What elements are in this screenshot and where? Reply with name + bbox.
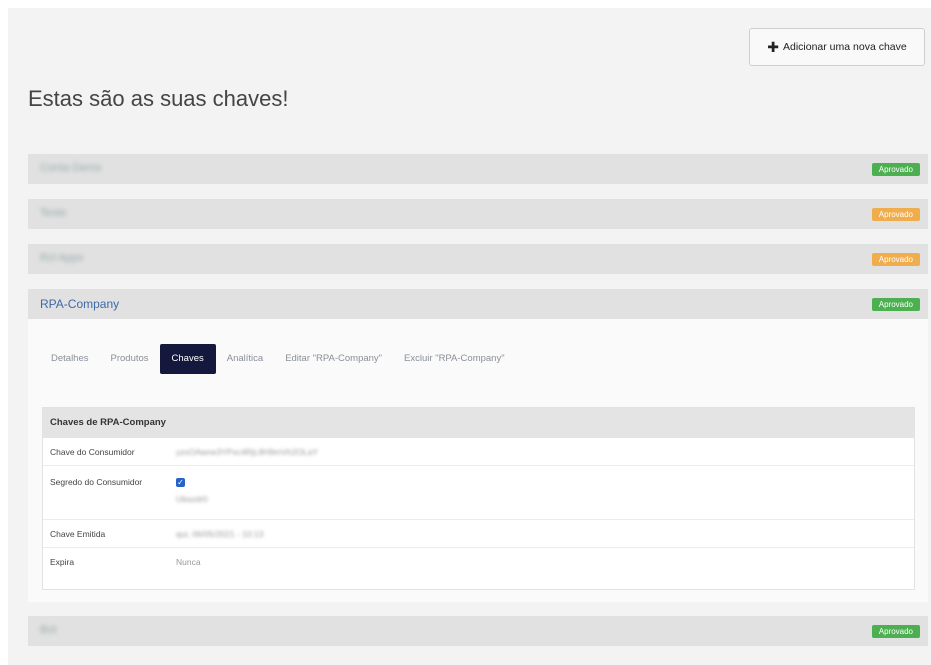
app-name[interactable]: RPA-Company bbox=[40, 297, 119, 311]
show-secret-checkbox[interactable]: ✓ bbox=[176, 477, 185, 487]
tab-edit[interactable]: Editar "RPA-Company" bbox=[274, 344, 393, 374]
consumer-key-row: Chave do Consumidor yzxOAwne3YPxc4RjL8H9… bbox=[43, 438, 914, 466]
keys-panel-title: Chaves de RPA-Company bbox=[43, 408, 914, 438]
app-row[interactable]: Teste Aprovado bbox=[28, 199, 928, 229]
app-tabs: Detalhes Produtos Chaves Analítica Edita… bbox=[40, 344, 516, 374]
status-badge: Aprovado bbox=[871, 208, 920, 221]
add-key-button[interactable]: ✚ Adicionar uma nova chave bbox=[749, 28, 925, 66]
app-name: Bot bbox=[40, 624, 57, 636]
issued-row: Chave Emitida qui, 06/05/2021 - 10:13 bbox=[43, 520, 914, 548]
app-details-panel: Detalhes Produtos Chaves Analítica Edita… bbox=[28, 319, 928, 602]
app-name: Rcl Apps bbox=[40, 252, 84, 264]
consumer-key-label: Chave do Consumidor bbox=[50, 447, 135, 457]
tab-analytics[interactable]: Analítica bbox=[216, 344, 274, 374]
consumer-key-value: yzxOAwne3YPxc4RjL8H9mVh2OLaY bbox=[176, 447, 319, 457]
app-row-expanded[interactable]: RPA-Company Aprovado bbox=[28, 289, 928, 319]
consumer-secret-value: Ubszdr0 bbox=[176, 494, 208, 504]
issued-value: qui, 06/05/2021 - 10:13 bbox=[176, 529, 264, 539]
status-badge: Aprovado bbox=[871, 253, 920, 266]
expires-label: Expira bbox=[50, 557, 75, 567]
consumer-secret-label: Segredo do Consumidor bbox=[50, 477, 143, 487]
app-name: Teste bbox=[40, 207, 67, 219]
status-badge: Aprovado bbox=[871, 298, 920, 311]
app-row[interactable]: Conta Demo Aprovado bbox=[28, 154, 928, 184]
checkbox-checked-icon: ✓ bbox=[176, 478, 185, 487]
app-name: Conta Demo bbox=[40, 162, 102, 174]
status-badge: Aprovado bbox=[871, 625, 920, 638]
plus-icon: ✚ bbox=[767, 39, 779, 55]
app-row[interactable]: Rcl Apps Aprovado bbox=[28, 244, 928, 274]
keys-panel: Chaves de RPA-Company Chave do Consumido… bbox=[42, 407, 915, 590]
status-badge: Aprovado bbox=[871, 163, 920, 176]
tab-delete[interactable]: Excluir "RPA-Company" bbox=[393, 344, 516, 374]
tab-keys[interactable]: Chaves bbox=[159, 344, 216, 374]
page-title: Estas são as suas chaves! bbox=[28, 86, 289, 111]
tab-products[interactable]: Produtos bbox=[100, 344, 160, 374]
page-container: ✚ Adicionar uma nova chave Estas são as … bbox=[8, 8, 931, 665]
add-key-button-label: Adicionar uma nova chave bbox=[782, 41, 907, 53]
consumer-secret-row: Segredo do Consumidor ✓ Ubszdr0 bbox=[43, 466, 914, 520]
expires-value: Nunca bbox=[176, 557, 201, 567]
app-row[interactable]: Bot Aprovado bbox=[28, 616, 928, 646]
issued-label: Chave Emitida bbox=[50, 529, 106, 539]
expires-row: Expira Nunca bbox=[43, 548, 914, 575]
tab-details[interactable]: Detalhes bbox=[40, 344, 100, 374]
